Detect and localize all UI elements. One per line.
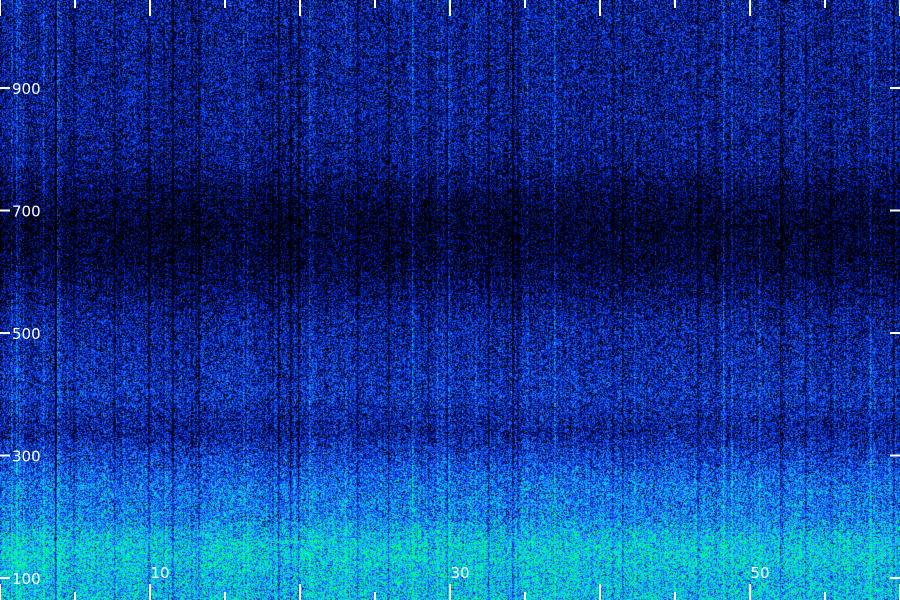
spectrogram: 10 30 50 100 300 500 700 900: [0, 0, 900, 600]
axis-overlay: 10 30 50 100 300 500 700 900: [0, 0, 900, 600]
y-tick-label: 900: [12, 80, 41, 98]
x-tick-label: 30: [450, 564, 469, 582]
y-tick-label: 500: [12, 325, 41, 343]
y-tick-label: 100: [12, 570, 41, 588]
x-tick-label: 10: [150, 564, 169, 582]
y-tick-label: 300: [12, 448, 41, 466]
x-tick-label: 50: [750, 564, 769, 582]
y-tick-label: 700: [12, 203, 41, 221]
